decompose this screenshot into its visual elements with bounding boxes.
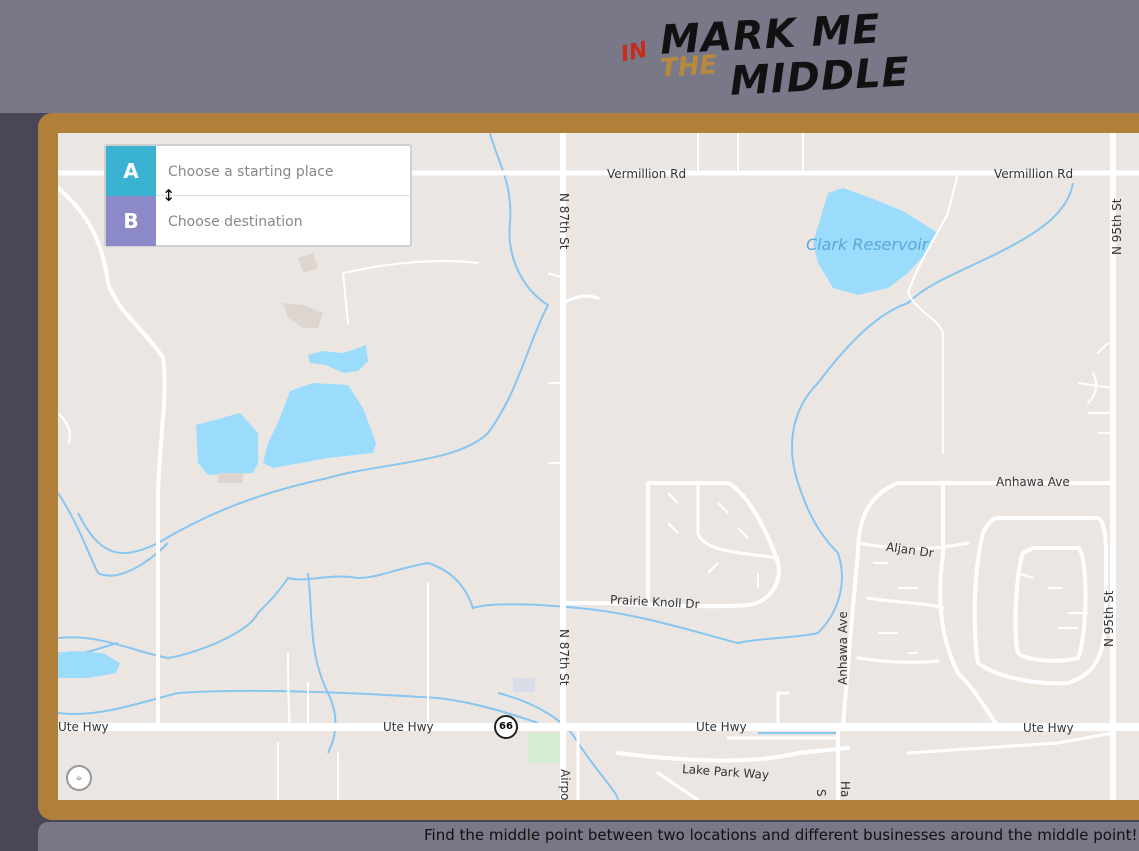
label-ute-hwy-1: Ute Hwy xyxy=(58,720,109,734)
footer: Find the middle point between two locati… xyxy=(38,822,1139,851)
footer-tagline: Find the middle point between two locati… xyxy=(424,826,1138,844)
directions-panel: A B ↕ xyxy=(104,144,412,247)
compass-icon[interactable]: ⌖ xyxy=(66,765,92,791)
route-66-shield: 66 xyxy=(494,715,518,739)
label-clark-reservoir: Clark Reservoir xyxy=(806,235,929,254)
logo-word-middle: MIDDLE xyxy=(728,49,911,105)
sidebar xyxy=(0,113,40,851)
label-ute-hwy-3: Ute Hwy xyxy=(696,720,747,734)
label-n87th-st-bottom: N 87th St xyxy=(557,629,571,686)
start-location-input[interactable] xyxy=(168,161,398,183)
app-logo[interactable]: IN MARK ME THE MIDDLE xyxy=(618,6,911,108)
logo-word-the: THE xyxy=(659,50,719,84)
label-anhawa-ave: Anhawa Ave xyxy=(996,475,1070,489)
destination-row: B xyxy=(106,196,410,246)
label-vermillion-rd-right: Vermillion Rd xyxy=(994,167,1074,181)
label-vermillion-rd-left: Vermillion Rd xyxy=(607,167,687,181)
label-n87th-st-top: N 87th St xyxy=(557,193,571,250)
swap-vertical-icon[interactable]: ↕ xyxy=(162,188,175,204)
label-ute-hwy-2: Ute Hwy xyxy=(383,720,434,734)
label-ute-hwy-4: Ute Hwy xyxy=(1023,721,1074,735)
header: IN MARK ME THE MIDDLE xyxy=(0,0,1139,113)
park-area xyxy=(528,733,563,763)
label-ha-partial: Ha xyxy=(838,781,852,798)
label-s-partial: S xyxy=(814,789,828,797)
label-n95th-st-top: N 95th St xyxy=(1110,198,1124,255)
start-badge: A xyxy=(106,146,156,196)
destination-badge: B xyxy=(106,196,156,246)
label-anhawa-ave-vertical: Anhawa Ave xyxy=(836,611,850,685)
start-row: A xyxy=(106,146,410,196)
logo-word-in: IN xyxy=(618,37,650,68)
building-block xyxy=(513,678,535,692)
destination-input[interactable] xyxy=(168,211,398,233)
label-n95th-st-bottom: N 95th St xyxy=(1102,590,1116,647)
label-airport-partial: Airpo xyxy=(558,769,572,800)
